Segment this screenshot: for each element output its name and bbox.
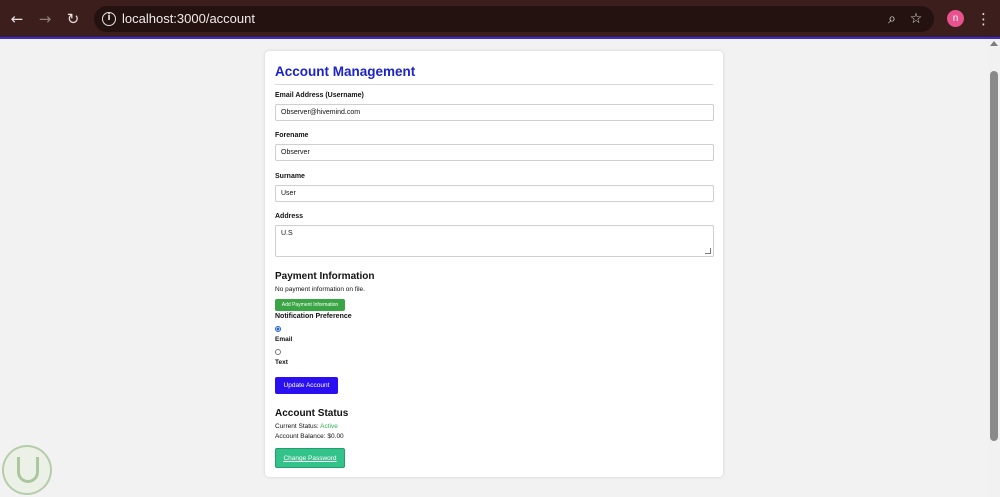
update-account-button[interactable]: Update Account — [275, 377, 338, 394]
address-bar[interactable]: i localhost:3000/account ⌕ ☆ — [94, 6, 934, 32]
text-radio[interactable] — [275, 349, 281, 355]
shield-icon — [17, 457, 39, 483]
page-title: Account Management — [275, 64, 416, 79]
forward-arrow-icon[interactable]: → — [36, 10, 54, 28]
profile-avatar[interactable]: n — [947, 10, 964, 27]
email-radio-label[interactable]: Email — [275, 336, 292, 343]
add-payment-button[interactable]: Add Payment Information — [275, 299, 345, 311]
zoom-icon[interactable]: ⌕ — [883, 10, 901, 28]
change-password-button[interactable]: Change Password — [275, 448, 345, 468]
scroll-thumb[interactable] — [990, 71, 998, 441]
url-text[interactable]: localhost:3000/account — [122, 11, 255, 26]
email-radio[interactable] — [275, 326, 281, 332]
surname-label: Surname — [275, 173, 305, 180]
payment-heading: Payment Information — [275, 271, 375, 282]
email-field[interactable]: Observer@hivemind.com — [275, 104, 714, 121]
text-radio-label[interactable]: Text — [275, 359, 288, 366]
address-textarea[interactable]: U.S — [275, 225, 714, 257]
three-dots-icon[interactable]: ⋮ — [976, 9, 991, 29]
back-arrow-icon[interactable]: ← — [8, 10, 26, 28]
email-label: Email Address (Username) — [275, 92, 364, 99]
account-card: Account Management Email Address (Userna… — [265, 51, 723, 477]
forename-label: Forename — [275, 132, 309, 139]
reload-icon[interactable]: ↻ — [64, 10, 82, 28]
toolbar-divider — [0, 37, 1000, 39]
address-label: Address — [275, 213, 304, 220]
info-icon[interactable]: i — [102, 12, 116, 26]
title-divider — [275, 84, 713, 85]
star-icon[interactable]: ☆ — [907, 10, 925, 28]
scroll-up-arrow-icon[interactable] — [990, 41, 998, 46]
current-status-label: Current Status: — [275, 423, 319, 430]
browser-toolbar: ← → ↻ i localhost:3000/account ⌕ ☆ n ⋮ — [0, 0, 1000, 38]
resize-grip-icon[interactable] — [705, 248, 711, 254]
address-value: U.S — [281, 230, 293, 237]
account-balance-line: Account Balance: $0.00 — [275, 433, 344, 440]
account-balance-value: $0.00 — [327, 433, 344, 440]
current-status-line: Current Status: Active — [275, 423, 338, 430]
status-badge: Active — [320, 423, 338, 430]
account-status-heading: Account Status — [275, 408, 349, 419]
forename-field[interactable]: Observer — [275, 144, 714, 161]
surname-field[interactable]: User — [275, 185, 714, 202]
page-scrollbar[interactable] — [988, 39, 1000, 497]
payment-note: No payment information on file. — [275, 286, 365, 293]
watermark-logo — [2, 445, 52, 495]
notification-heading: Notification Preference — [275, 313, 352, 320]
account-balance-label: Account Balance: — [275, 433, 326, 440]
